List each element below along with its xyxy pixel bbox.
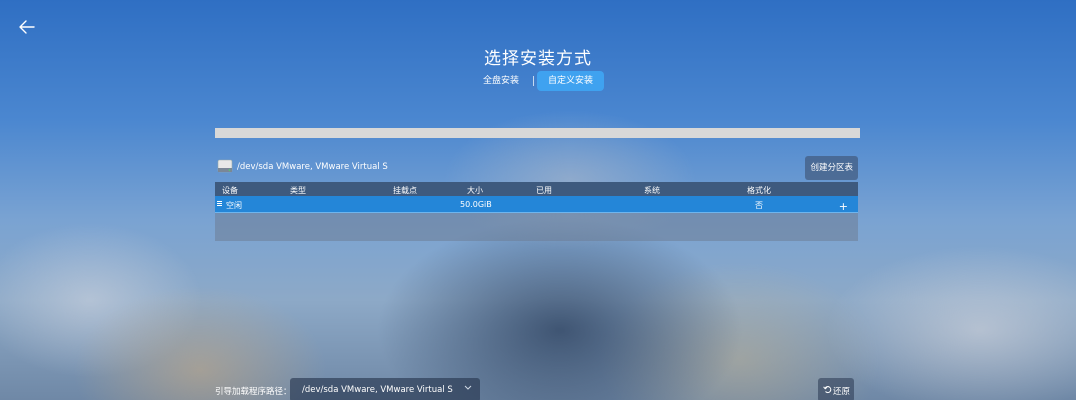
column-header-used: 已用 xyxy=(536,186,552,195)
column-header-format: 格式化 xyxy=(747,186,771,195)
disk-name: /dev/sda VMware, VMware Virtual S xyxy=(237,162,388,172)
column-header-mount: 挂载点 xyxy=(393,186,417,195)
cell-format: 否 xyxy=(755,201,763,210)
add-partition-icon[interactable]: + xyxy=(839,200,848,213)
chevron-down-icon xyxy=(464,385,472,390)
page-title: 选择安装方式 xyxy=(484,49,592,69)
create-partition-table-button[interactable]: 创建分区表 xyxy=(805,156,858,180)
install-mode-tabs: 全盘安装 自定义安装 xyxy=(0,71,1076,91)
table-row[interactable]: 空闲 50.0GiB 否 + xyxy=(215,196,858,213)
boot-loader-label: 引导加载程序路径： xyxy=(215,387,292,397)
arrow-left-icon xyxy=(19,20,35,34)
back-button[interactable] xyxy=(14,14,40,40)
table-header: 设备 类型 挂载点 大小 已用 系统 格式化 xyxy=(215,182,858,196)
disk-header: /dev/sda VMware, VMware Virtual S 创建分区表 xyxy=(215,156,858,180)
disk-usage-bar xyxy=(215,128,860,138)
column-header-device: 设备 xyxy=(222,186,238,195)
restore-label: 还原 xyxy=(833,387,851,397)
free-space-icon xyxy=(217,201,222,206)
tab-custom-install[interactable]: 自定义安装 xyxy=(537,71,605,91)
tab-full-disk-install[interactable]: 全盘安装 xyxy=(472,71,530,91)
cell-size: 50.0GiB xyxy=(460,200,492,209)
column-header-system: 系统 xyxy=(644,186,660,195)
column-header-type: 类型 xyxy=(290,186,306,195)
cell-device: 空闲 xyxy=(226,201,242,210)
boot-loader-value: /dev/sda VMware, VMware Virtual S xyxy=(302,385,453,395)
tab-divider xyxy=(533,76,534,86)
boot-loader-select[interactable]: /dev/sda VMware, VMware Virtual S xyxy=(290,378,480,400)
hard-disk-icon xyxy=(217,159,233,173)
partition-table: 设备 类型 挂载点 大小 已用 系统 格式化 空闲 50.0GiB 否 + xyxy=(215,182,858,241)
undo-icon xyxy=(823,386,832,394)
column-header-size: 大小 xyxy=(467,186,483,195)
restore-button[interactable]: 还原 xyxy=(818,378,854,400)
